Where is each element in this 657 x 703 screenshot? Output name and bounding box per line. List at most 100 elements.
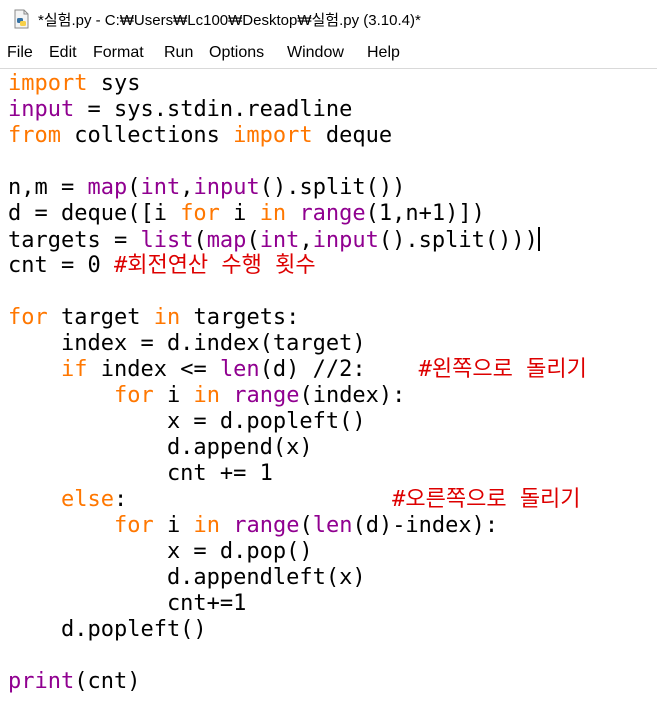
code-text: i <box>153 513 194 538</box>
code-text: x = d.popleft() <box>8 409 366 434</box>
code-line[interactable]: index = d.index(target) <box>8 331 366 357</box>
menu-window[interactable]: Window <box>287 44 344 62</box>
code-keyword: import <box>233 123 313 148</box>
code-line[interactable]: d.append(x) <box>8 435 313 461</box>
code-text: collections <box>60 123 234 148</box>
code-text: ( <box>299 513 313 538</box>
code-keyword: else <box>60 487 114 512</box>
code-text: , <box>180 175 194 200</box>
code-comment: #왼쪽으로 돌리기 <box>418 357 587 382</box>
code-line[interactable]: cnt += 1 <box>8 461 273 487</box>
code-builtin: input <box>8 97 75 122</box>
window-title: *실험.py - C:₩Users₩Lc100₩Desktop₩실험.py (3… <box>38 12 421 29</box>
code-line[interactable]: for i in range(len(d)-index): <box>8 513 498 539</box>
text-cursor <box>537 227 540 251</box>
code-text: deque <box>312 123 393 148</box>
code-keyword: from <box>8 123 61 148</box>
code-text: , <box>299 228 313 253</box>
code-text: ( <box>193 228 207 253</box>
code-keyword: if <box>60 357 88 382</box>
code-keyword: in <box>193 513 220 538</box>
code-text: d.popleft() <box>8 617 207 642</box>
code-keyword: for <box>180 201 220 226</box>
code-text: (cnt) <box>74 669 141 694</box>
code-line[interactable]: if index <= len(d) //2: #왼쪽으로 돌리기 <box>8 357 587 383</box>
code-builtin: range <box>233 513 300 538</box>
code-builtin: len <box>312 513 353 538</box>
code-text: index = d.index(target) <box>8 331 366 356</box>
code-line[interactable]: x = d.pop() <box>8 539 313 565</box>
code-text: d.appendleft(x) <box>8 565 366 590</box>
code-builtin: int <box>140 175 181 200</box>
code-text: sys <box>87 71 141 96</box>
menu-options[interactable]: Options <box>209 44 264 62</box>
code-builtin: list <box>140 228 194 253</box>
code-line[interactable]: d.popleft() <box>8 617 207 643</box>
code-line[interactable]: else: #오른쪽으로 돌리기 <box>8 487 581 513</box>
code-line[interactable]: n,m = map(int,input().split()) <box>8 175 405 201</box>
code-text: x = d.pop() <box>8 539 313 564</box>
code-line[interactable]: from collections import deque <box>8 123 392 149</box>
code-keyword: in <box>153 305 181 330</box>
menu-bar: File Edit Format Run Options Window Help <box>0 38 657 69</box>
code-text: ().split()) <box>259 175 406 200</box>
code-keyword: in <box>259 201 287 226</box>
code-keyword: in <box>193 383 220 408</box>
code-text: (d) //2: <box>259 357 419 382</box>
code-builtin: range <box>299 201 366 226</box>
code-builtin: print <box>8 669 75 694</box>
code-line[interactable]: d = deque([i for i in range(1,n+1)]) <box>8 201 485 227</box>
code-line[interactable]: x = d.popleft() <box>8 409 366 435</box>
code-text: index <= <box>87 357 220 382</box>
code-line[interactable]: cnt+=1 <box>8 591 246 617</box>
code-line[interactable]: for target in targets: <box>8 305 299 331</box>
menu-file[interactable]: File <box>7 44 33 62</box>
code-text: ( <box>127 175 141 200</box>
code-comment: #회전연산 수행 횟수 <box>113 253 316 278</box>
code-keyword: for <box>8 305 48 330</box>
code-keyword: import <box>8 71 88 96</box>
code-text: = sys.stdin.readline <box>74 97 353 122</box>
code-text: n,m = <box>8 175 88 200</box>
menu-format[interactable]: Format <box>93 44 144 62</box>
code-line[interactable]: targets = list(map(int,input().split())) <box>8 227 540 253</box>
code-line[interactable]: for i in range(index): <box>8 383 405 409</box>
code-text: cnt += 1 <box>8 461 273 486</box>
code-line[interactable]: print(cnt) <box>8 669 140 695</box>
menu-help[interactable]: Help <box>367 44 400 62</box>
menu-edit[interactable]: Edit <box>49 44 77 62</box>
code-builtin: len <box>219 357 260 382</box>
code-line[interactable]: d.appendleft(x) <box>8 565 366 591</box>
menu-run[interactable]: Run <box>164 44 193 62</box>
code-text: (1,n+1)]) <box>365 201 485 226</box>
code-builtin: range <box>233 383 300 408</box>
code-text: : <box>113 487 393 512</box>
python-file-icon <box>14 9 29 29</box>
code-builtin: map <box>206 228 247 253</box>
code-keyword: for <box>113 513 154 538</box>
code-text: (index): <box>299 383 406 408</box>
code-text: cnt = 0 <box>8 253 114 278</box>
code-builtin: int <box>259 228 300 253</box>
code-builtin: input <box>193 175 260 200</box>
code-line[interactable]: input = sys.stdin.readline <box>8 97 352 123</box>
code-line[interactable]: cnt = 0 #회전연산 수행 횟수 <box>8 253 316 279</box>
code-line[interactable]: import sys <box>8 71 140 97</box>
code-editor[interactable]: import sys input = sys.stdin.readline from… <box>0 69 657 703</box>
code-text: d = deque([i <box>8 201 181 226</box>
code-text: d.append(x) <box>8 435 313 460</box>
code-builtin: map <box>87 175 128 200</box>
code-text: i <box>219 201 260 226</box>
title-bar[interactable]: *실험.py - C:₩Users₩Lc100₩Desktop₩실험.py (3… <box>0 0 657 38</box>
code-text: (d)-index): <box>352 513 499 538</box>
code-builtin: input <box>312 228 379 253</box>
code-text: i <box>153 383 194 408</box>
idle-editor-window: *실험.py - C:₩Users₩Lc100₩Desktop₩실험.py (3… <box>0 0 657 703</box>
